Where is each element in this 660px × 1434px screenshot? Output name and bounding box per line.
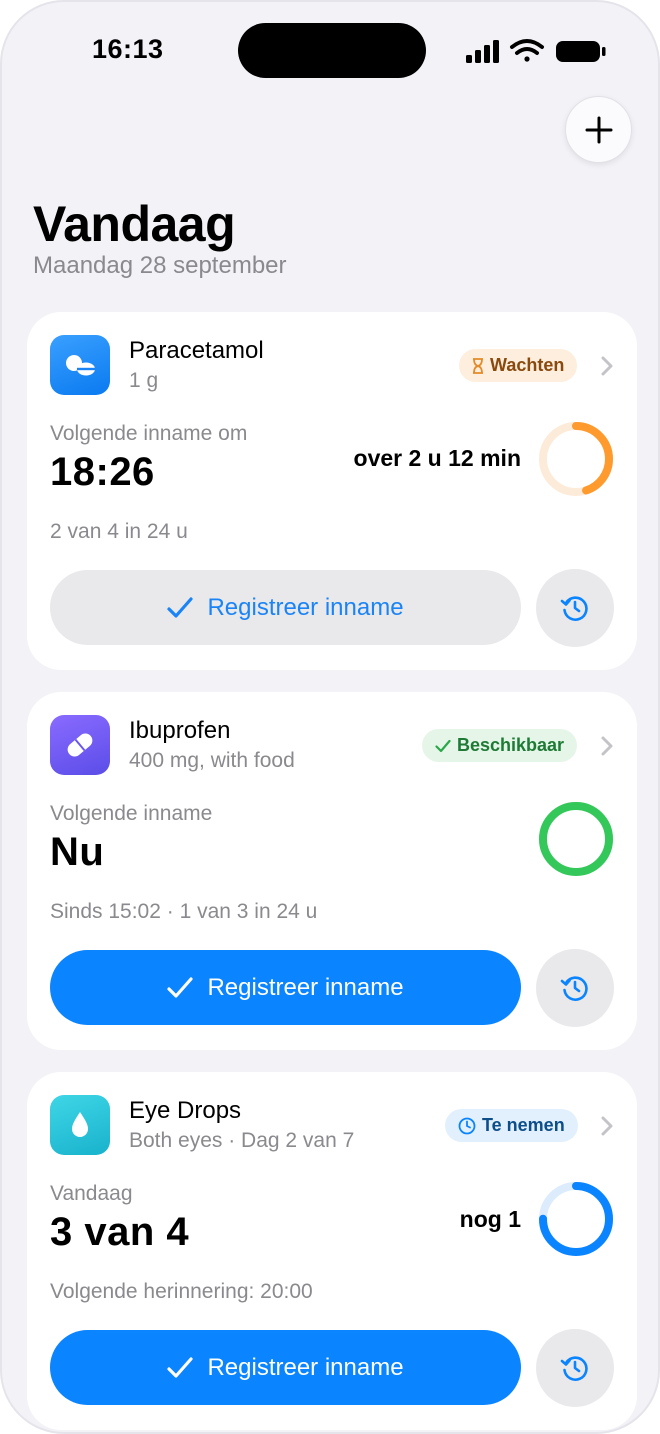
medication-card-eye-drops[interactable]: Eye Drops Both eyes · Dag 2 van 7 Te nem… <box>27 1072 637 1430</box>
medication-card-paracetamol[interactable]: Paracetamol 1 g Wachten Volgende inname … <box>27 312 637 670</box>
history-button[interactable] <box>536 949 614 1027</box>
doses-today-value: 3 van 4 <box>50 1210 190 1254</box>
medication-name: Eye Drops <box>129 1097 242 1124</box>
checkmark-icon <box>167 596 194 618</box>
progress-ring <box>539 802 613 876</box>
dynamic-island <box>238 23 426 78</box>
chevron-right-icon[interactable] <box>599 1114 615 1138</box>
countdown-text: over 2 u 12 min <box>353 445 521 471</box>
status-badge-label: Beschikbaar <box>457 735 565 755</box>
wifi-icon <box>510 39 544 62</box>
phone-screen: 16:13 Vandaag Maandag 28 september Parac… <box>0 0 660 1434</box>
medication-name: Paracetamol <box>129 337 264 364</box>
next-dose-label: Volgende inname <box>50 802 213 825</box>
history-button[interactable] <box>536 1329 614 1407</box>
status-badge: Beschikbaar <box>422 729 578 762</box>
register-intake-label: Registreer inname <box>207 973 404 1001</box>
signal-icon <box>466 40 499 63</box>
dose-count-info: 2 van 4 in 24 u <box>50 520 188 543</box>
history-icon <box>560 596 588 621</box>
status-time: 16:13 <box>92 34 164 64</box>
next-dose-value: Nu <box>50 830 105 874</box>
history-icon <box>560 976 588 1001</box>
pill-icon <box>50 335 110 395</box>
checkmark-icon <box>167 1356 194 1378</box>
checkmark-icon <box>435 739 451 752</box>
medication-card-ibuprofen[interactable]: Ibuprofen 400 mg, with food Beschikbaar … <box>27 692 637 1050</box>
status-badge: Te nemen <box>445 1109 578 1142</box>
chevron-right-icon[interactable] <box>599 354 615 378</box>
add-medication-button[interactable] <box>565 96 632 163</box>
register-intake-button[interactable]: Registreer inname <box>50 570 521 645</box>
page-date: Maandag 28 september <box>33 252 287 279</box>
clock-icon <box>458 1117 476 1134</box>
medication-detail: Both eyes · Dag 2 van 7 <box>129 1129 355 1152</box>
status-badge: Wachten <box>459 349 578 382</box>
register-intake-label: Registreer inname <box>207 1353 404 1381</box>
checkmark-icon <box>167 976 194 998</box>
page-title: Vandaag <box>33 196 236 252</box>
register-intake-button[interactable]: Registreer inname <box>50 1330 521 1405</box>
history-button[interactable] <box>536 569 614 647</box>
status-badge-label: Wachten <box>490 355 565 375</box>
next-dose-value: 18:26 <box>50 450 155 494</box>
history-icon <box>560 1356 588 1381</box>
hourglass-icon <box>473 357 483 374</box>
status-badge-label: Te nemen <box>482 1115 565 1135</box>
progress-ring <box>539 422 613 496</box>
battery-icon <box>556 41 606 62</box>
next-dose-label: Volgende inname om <box>50 422 248 445</box>
capsule-icon <box>50 715 110 775</box>
medication-name: Ibuprofen <box>129 717 231 744</box>
remaining-text: nog 1 <box>459 1206 521 1232</box>
medication-detail: 400 mg, with food <box>129 749 295 772</box>
drop-icon <box>50 1095 110 1155</box>
register-intake-button[interactable]: Registreer inname <box>50 950 521 1025</box>
medication-detail: 1 g <box>129 369 159 392</box>
dose-count-info: Sinds 15:02 · 1 van 3 in 24 u <box>50 900 318 923</box>
register-intake-label: Registreer inname <box>207 593 404 621</box>
status-icons <box>466 39 606 63</box>
today-label: Vandaag <box>50 1182 133 1205</box>
plus-icon <box>585 116 612 143</box>
chevron-right-icon[interactable] <box>599 734 615 758</box>
next-reminder-info: Volgende herinnering: 20:00 <box>50 1280 313 1303</box>
progress-ring <box>539 1182 613 1256</box>
